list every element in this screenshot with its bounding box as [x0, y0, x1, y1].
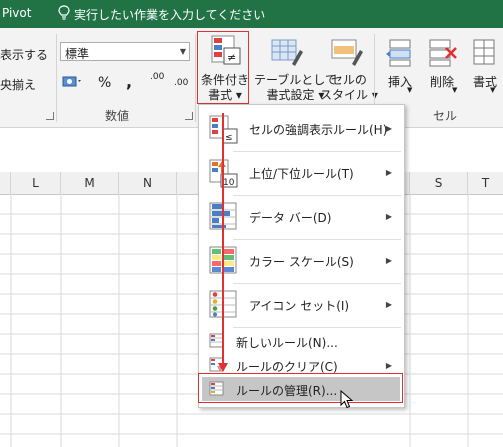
chevron-down-icon: ▼ [452, 86, 458, 94]
submenu-arrow-icon: ▶ [385, 256, 392, 265]
insert-cells-icon [386, 39, 411, 67]
chevron-down-icon: ▼ [407, 86, 413, 94]
conditional-formatting-menu: ≤ セルの強調表示ルール(H) ▶ 10 上位/下位ルール(T) ▶ データ バ… [198, 104, 405, 408]
column-header[interactable]: M [61, 172, 119, 194]
submenu-arrow-icon: ▶ [385, 124, 392, 133]
menu-item-top-bottom-rules[interactable]: 10 上位/下位ルール(T) ▶ [199, 153, 404, 193]
submenu-arrow-icon: ▶ [385, 212, 392, 221]
menu-item-data-bars[interactable]: データ バー(D) ▶ [199, 197, 404, 237]
number-format-value: 標準 [65, 47, 90, 61]
menu-separator [233, 239, 401, 240]
format-cells-icon [473, 39, 495, 65]
cell-styles-line1: セルの [330, 73, 367, 87]
group-divider [56, 34, 57, 122]
comma-style-button[interactable]: , [126, 72, 132, 91]
group-divider [195, 34, 196, 122]
chevron-down-icon: ▼ [179, 47, 186, 56]
column-header[interactable]: T [468, 172, 503, 194]
submenu-arrow-icon: ▶ [385, 168, 392, 177]
menu-item-label: データ バー(D) [249, 211, 332, 225]
merge-center-button[interactable]: 央揃え [0, 76, 36, 93]
menu-separator [233, 195, 401, 196]
tell-me-search[interactable]: 実行したい作業を入力してください [74, 6, 265, 23]
annotation-arrow-line [222, 113, 224, 366]
menu-item-label: 新しいルール(N)... [236, 336, 338, 350]
menu-item-label: 上位/下位ルール(T) [249, 167, 354, 181]
chevron-down-icon: ▼ [490, 86, 496, 94]
menu-item-new-rule[interactable]: 新しいルール(N)... [199, 330, 404, 352]
data-bars-icon [209, 202, 237, 230]
menu-item-icon-sets[interactable]: アイコン セット(I) ▶ [199, 285, 404, 325]
submenu-arrow-icon: ▶ [385, 361, 392, 370]
format-as-table-icon [271, 39, 303, 66]
cell-styles-button[interactable]: セルの スタイル ▾ [320, 73, 378, 103]
lightbulb-icon [58, 5, 70, 20]
currency-icon[interactable] [62, 74, 84, 90]
cell-styles-icon [331, 39, 363, 66]
column-header[interactable]: L [11, 172, 61, 194]
menu-item-highlight-cells-rules[interactable]: ≤ セルの強調表示ルール(H) ▶ [199, 109, 404, 149]
menu-item-color-scales[interactable]: カラー スケール(S) ▶ [199, 241, 404, 281]
menu-item-label: カラー スケール(S) [249, 255, 354, 269]
menu-item-label: セルの強調表示ルール(H) [249, 123, 388, 137]
top-ten-icon-text: 10 [223, 178, 235, 188]
number-format-combo[interactable]: 標準 ▼ [60, 42, 190, 61]
cell-styles-line2: スタイル ▾ [320, 88, 378, 102]
column-header[interactable]: N [119, 172, 177, 194]
number-launcher-icon[interactable] [185, 112, 193, 120]
menu-separator [233, 283, 401, 284]
app-title-fragment: Pivot [2, 6, 32, 20]
top-bottom-icon: 10 [209, 159, 238, 188]
percent-style-button[interactable]: % [98, 75, 111, 91]
menu-separator [233, 327, 401, 328]
delete-button[interactable]: 削除 [430, 73, 454, 90]
icon-sets-icon [209, 290, 237, 318]
highlight-rules-icon: ≤ [209, 115, 238, 144]
column-header[interactable]: S [410, 172, 468, 194]
alignment-launcher-icon[interactable] [46, 112, 54, 120]
column-header-edge[interactable] [0, 172, 11, 194]
mouse-cursor-icon [340, 390, 354, 409]
number-group-label: 数値 [105, 109, 130, 123]
increase-decimal-button[interactable]: .00 [150, 72, 164, 82]
annotation-highlight-box [198, 373, 403, 403]
decrease-decimal-button[interactable]: .00 [174, 78, 188, 88]
delete-cells-icon [429, 39, 457, 67]
color-scales-icon [209, 246, 237, 274]
cells-group-label: セル [433, 109, 458, 123]
svg-text:≤: ≤ [225, 133, 233, 143]
menu-item-label: アイコン セット(I) [249, 299, 350, 313]
annotation-arrowhead-icon [218, 363, 228, 372]
title-bar: Pivot 実行したい作業を入力してください [0, 0, 503, 28]
wrap-text-button[interactable]: 表示する [0, 46, 48, 63]
submenu-arrow-icon: ▶ [385, 300, 392, 309]
annotation-highlight-box [197, 31, 249, 104]
menu-separator [233, 151, 401, 152]
